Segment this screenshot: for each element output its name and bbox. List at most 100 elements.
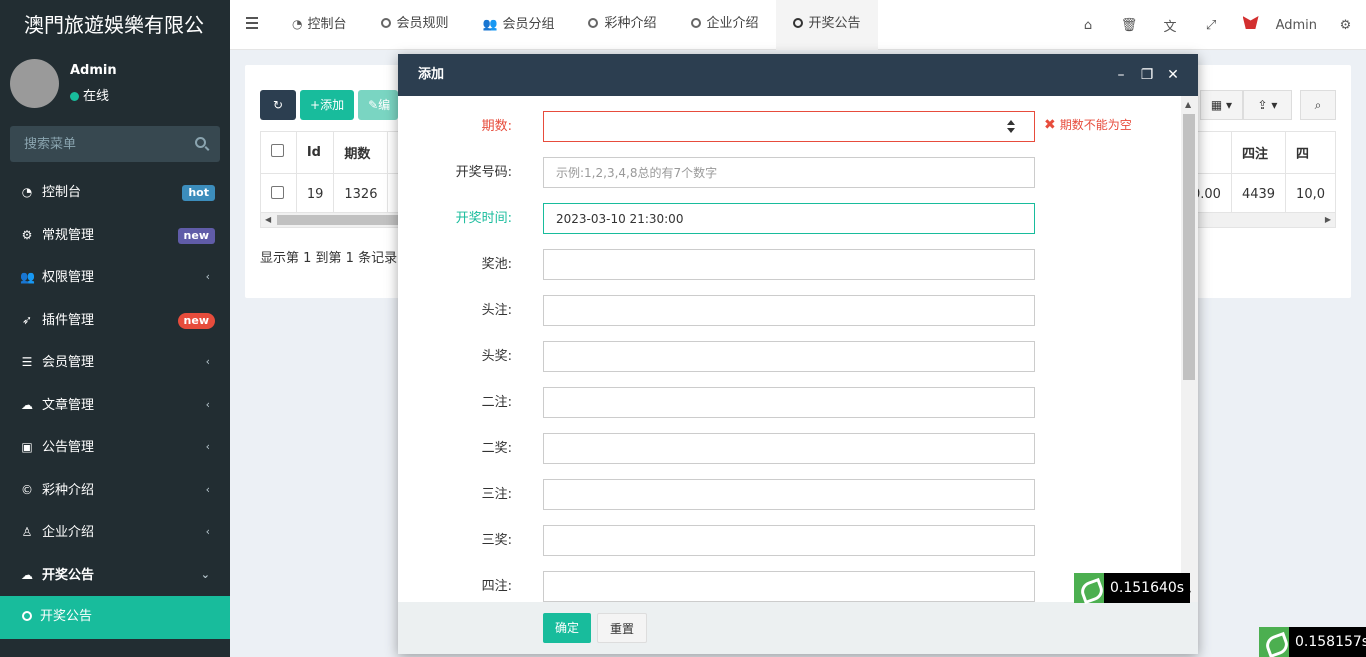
dialog-vertical-scrollbar[interactable]: ▲ ▼ <box>1181 96 1198 602</box>
error-x-icon: ✖ <box>1044 117 1056 133</box>
sidebar-item-notice[interactable]: ▣ 公告管理 ‹ <box>0 426 230 469</box>
sidebar-item-dashboard[interactable]: ◔ 控制台 hot <box>0 171 230 214</box>
topbar-actions: ⌂ 🗑 文 ⤢ Admin ⚙ <box>1068 0 1366 50</box>
row-checkbox[interactable] <box>271 186 284 199</box>
search-icon[interactable] <box>195 137 206 148</box>
field-label: 三注: <box>481 487 512 502</box>
sidebar-item-draw[interactable]: ☁ 开奖公告 ⌄ <box>0 554 230 597</box>
scroll-up-icon[interactable]: ▲ <box>1185 100 1191 109</box>
brand-title[interactable]: 澳門旅遊娛樂有限公 <box>0 0 230 50</box>
tab-lottery[interactable]: 彩种介绍 <box>571 0 673 50</box>
column-header[interactable]: Id <box>295 131 335 174</box>
issue-number-input[interactable] <box>543 111 1035 142</box>
sidebar-item-member[interactable]: ☰ 会员管理 ‹ <box>0 341 230 384</box>
dialog-controls: – ❐ ✕ <box>1108 54 1186 96</box>
form-row-time: 开奖时间: <box>398 203 1198 235</box>
user-icon: ♙ <box>21 525 33 539</box>
field-label: 开奖号码: <box>455 165 512 180</box>
close-icon[interactable]: ✕ <box>1160 54 1186 96</box>
scroll-left-icon[interactable]: ◀ <box>265 215 271 224</box>
grid-icon: ▦ ▾ <box>1210 98 1233 112</box>
sidebar-item-company[interactable]: ♙ 企业介绍 ‹ <box>0 511 230 554</box>
dialog-header[interactable]: 添加 – ❐ ✕ <box>398 54 1198 96</box>
online-dot-icon <box>70 92 79 101</box>
records-info: 显示第 1 到第 1 条记录 <box>260 251 398 266</box>
chevron-down-icon: ⌄ <box>200 567 210 581</box>
fourth-bets-input[interactable] <box>543 571 1035 602</box>
export-button[interactable]: ⇪ ▾ <box>1243 90 1292 120</box>
chevron-left-icon: ‹ <box>205 355 210 368</box>
first-bets-input[interactable] <box>543 295 1035 326</box>
first-prize-input[interactable] <box>543 341 1035 372</box>
row-select-cell <box>260 173 297 216</box>
select-all-checkbox[interactable] <box>271 144 284 157</box>
tab-member-group[interactable]: 👥 会员分组 <box>466 0 572 50</box>
scrollbar-thumb[interactable] <box>1183 114 1195 380</box>
circle-icon <box>792 18 803 28</box>
draw-numbers-input[interactable] <box>543 157 1035 188</box>
field-label: 三奖: <box>481 533 512 548</box>
dashboard-icon: ◔ <box>292 17 303 31</box>
columns-toggle-button[interactable]: ▦ ▾ <box>1200 90 1243 120</box>
second-bets-input[interactable] <box>543 387 1035 418</box>
edit-button[interactable]: ✎编 <box>358 90 399 120</box>
select-all-cell <box>260 131 297 174</box>
column-header[interactable]: 四 <box>1285 131 1336 174</box>
number-spinner-icon[interactable] <box>1006 120 1016 134</box>
scroll-right-icon[interactable]: ▶ <box>1325 215 1331 224</box>
circle-icon <box>380 18 391 28</box>
form-row-issue: 期数: ✖ 期数不能为空 <box>398 111 1198 143</box>
sidebar-item-general[interactable]: ⚙ 常规管理 new <box>0 214 230 257</box>
admin-user-menu[interactable]: Admin <box>1232 14 1325 36</box>
home-icon[interactable]: ⌂ <box>1068 18 1109 33</box>
form-row-second-bets: 二注: <box>398 387 1198 419</box>
cogs-icon[interactable]: ⚙ <box>1325 18 1366 33</box>
form-row-first-prize: 头奖: <box>398 341 1198 373</box>
menu-toggle-icon[interactable] <box>246 17 258 32</box>
sidebar-subitem-draw[interactable]: 开奖公告 <box>0 596 230 639</box>
circle-icon <box>588 18 599 28</box>
refresh-icon: ↻ <box>272 98 284 112</box>
fullscreen-icon[interactable]: ⤢ <box>1191 18 1232 33</box>
pencil-icon: ✎ <box>368 98 379 112</box>
column-header[interactable]: 期数 <box>333 131 389 174</box>
confirm-button[interactable]: 确定 <box>543 613 592 643</box>
add-button[interactable]: +添加 <box>300 90 355 120</box>
sidebar-item-auth[interactable]: 👥 权限管理 ‹ <box>0 256 230 299</box>
reset-button[interactable]: 重置 <box>597 613 648 643</box>
scrollbar-thumb[interactable] <box>277 215 417 225</box>
draw-time-input[interactable] <box>543 203 1035 234</box>
debug-timer-dialog[interactable]: 0.151640s <box>1074 573 1191 603</box>
chevron-left-icon: ‹ <box>205 525 210 538</box>
form-row-third-prize: 三奖: <box>398 525 1198 557</box>
tab-dashboard[interactable]: ◔ 控制台 <box>275 0 364 50</box>
jackpot-pool-input[interactable] <box>543 249 1035 280</box>
user-panel: Admin 在线 <box>0 50 230 118</box>
trash-icon[interactable]: 🗑 <box>1109 18 1150 33</box>
brand-logo-icon <box>1240 14 1262 36</box>
avatar <box>10 59 59 108</box>
refresh-button[interactable]: ↻ <box>260 90 296 120</box>
second-prize-input[interactable] <box>543 433 1035 464</box>
tab-member-rule[interactable]: 会员规则 <box>364 0 466 50</box>
language-icon[interactable]: 文 <box>1150 16 1191 35</box>
tab-company[interactable]: 企业介绍 <box>674 0 776 50</box>
sidebar-item-article[interactable]: ☁ 文章管理 ‹ <box>0 384 230 427</box>
menu-search-input[interactable] <box>10 126 180 162</box>
dialog-footer: 确定 重置 <box>398 602 1198 654</box>
third-prize-input[interactable] <box>543 525 1035 556</box>
maximize-icon[interactable]: ❐ <box>1134 54 1160 96</box>
tab-draw-notice[interactable]: 开奖公告 <box>775 0 878 50</box>
field-label: 期数: <box>481 119 512 134</box>
chevron-left-icon: ‹ <box>205 270 210 283</box>
cell: 10,0 <box>1285 173 1336 216</box>
sidebar-item-lottery[interactable]: © 彩种介绍 ‹ <box>0 469 230 512</box>
field-label: 二奖: <box>481 441 512 456</box>
third-bets-input[interactable] <box>543 479 1035 510</box>
debug-timer-page[interactable]: 0.158157s <box>1259 627 1366 657</box>
search-toggle-button[interactable]: ⌕ <box>1300 90 1336 120</box>
minimize-icon[interactable]: – <box>1108 54 1134 96</box>
sidebar-item-addon[interactable]: ➶ 插件管理 new <box>0 299 230 342</box>
debug-logo-icon <box>1259 627 1289 657</box>
column-header[interactable]: 四注 <box>1230 131 1287 174</box>
